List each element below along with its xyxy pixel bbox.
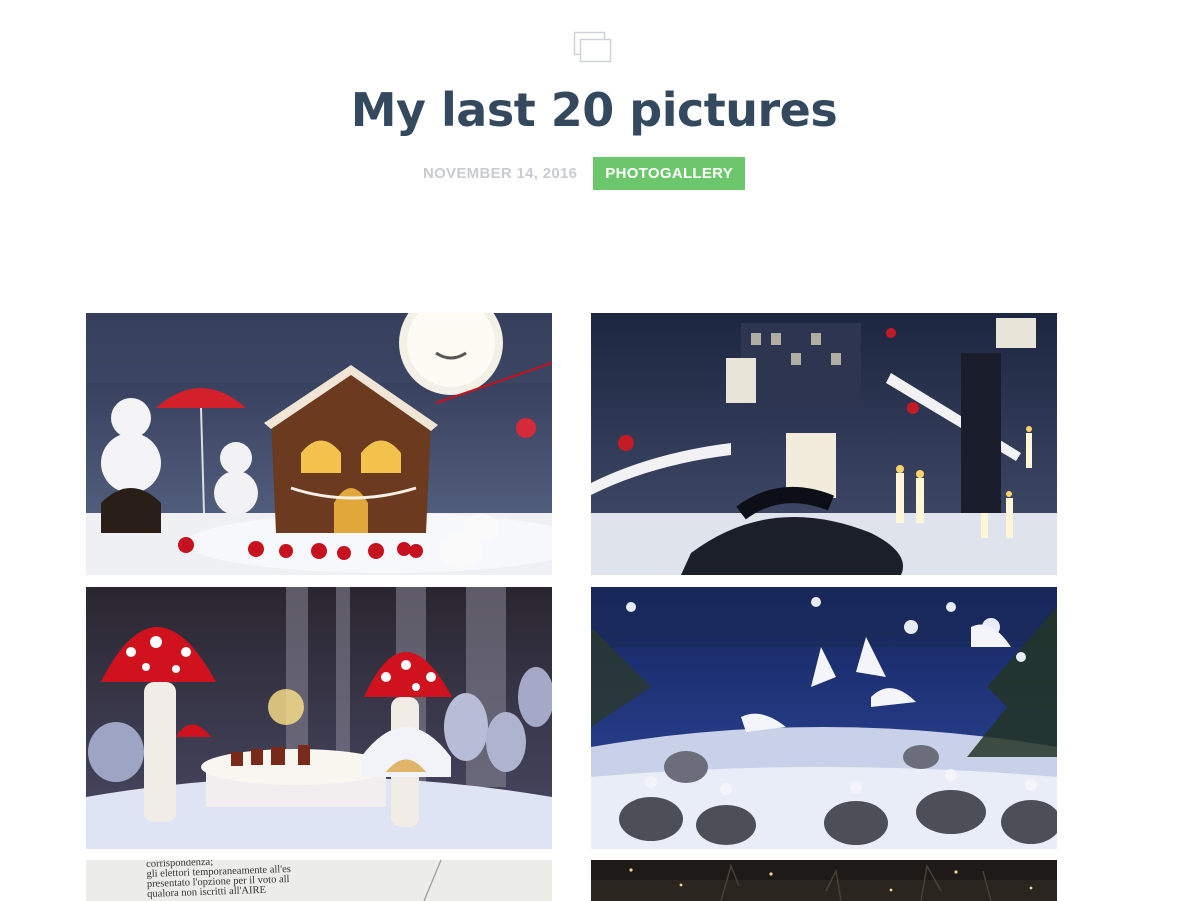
- gallery-photo-gingerbread[interactable]: [86, 313, 552, 575]
- gallery-icon: [573, 31, 613, 65]
- gallery-photo-night-street[interactable]: [591, 860, 1057, 901]
- gallery-photo-snowy-forest[interactable]: [591, 313, 1057, 575]
- post-date: NOVEMBER 14, 2016: [422, 165, 578, 182]
- gallery-photo-mushrooms[interactable]: [86, 587, 552, 849]
- gallery-photo-ballerinas[interactable]: [591, 587, 1057, 849]
- post-meta: NOVEMBER 14, 2016 PHOTOGALLERY: [0, 157, 1168, 190]
- category-badge[interactable]: PHOTOGALLERY: [593, 157, 746, 190]
- post-title: My last 20 pictures: [350, 83, 838, 137]
- gallery-photo-document[interactable]: corrispondenza; gli elettori temporaneam…: [86, 860, 552, 901]
